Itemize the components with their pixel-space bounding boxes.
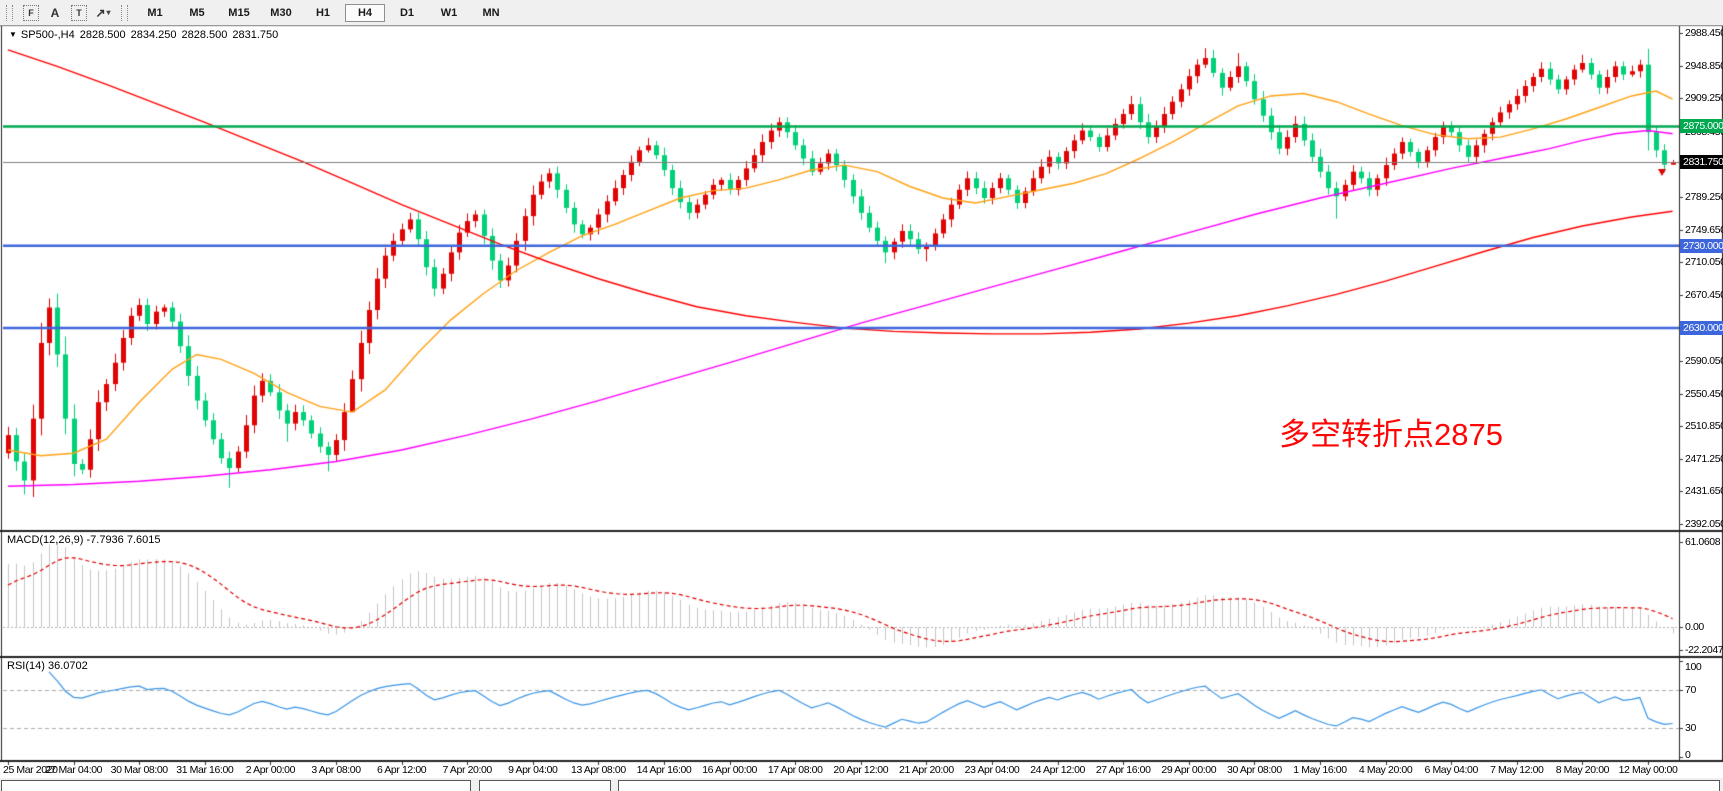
window-edge-box [479,780,611,791]
timeframe-h1-button[interactable]: H1 [303,4,343,22]
rsi-name: RSI(14) [7,660,45,672]
timeframe-m1-button[interactable]: M1 [135,4,175,22]
mt4-chart-window: F A T ↗▾ M1 M5 M15 M30 H1 H4 D1 W1 MN ▼ S… [0,0,1723,791]
price-chart-canvas[interactable] [0,0,1723,791]
toolbar: F A T ↗▾ M1 M5 M15 M30 H1 H4 D1 W1 MN [0,0,1723,26]
ohlc-close: 2831.750 [232,29,278,41]
arrows-glyph: ↗ [95,6,105,20]
timeframe-d1-button[interactable]: D1 [387,4,427,22]
timeframe-m15-button[interactable]: M15 [219,4,259,22]
macd-name: MACD(12,26,9) [7,534,83,546]
timeframe-mn-button[interactable]: MN [471,4,511,22]
macd-values: -7.7936 7.6015 [86,534,160,546]
timeframe-h4-button[interactable]: H4 [345,4,385,22]
chart-title: ▼ SP500-,H4 2828.500 2834.250 2828.500 2831.7… [9,29,278,41]
window-edge-box [1,780,471,791]
text-label-icon[interactable]: T [67,3,91,23]
ohlc-low: 2828.500 [182,29,228,41]
macd-indicator-label: MACD(12,26,9) -7.7936 7.6015 [7,534,161,546]
timeframe-m30-button[interactable]: M30 [261,4,301,22]
ohlc-high: 2834.250 [131,29,177,41]
toolbar-drag-handle[interactable] [6,5,13,21]
arrows-icon[interactable]: ↗▾ [91,3,115,23]
toolbar-drag-handle-2[interactable] [121,5,128,21]
text-icon[interactable]: A [43,3,67,23]
fibonacci-glyph: F [23,5,39,21]
text-label-glyph: T [71,5,87,21]
collapse-triangle-icon[interactable]: ▼ [9,30,17,39]
text-glyph: A [51,6,60,20]
bottom-window-strip [0,778,1723,791]
rsi-value: 36.0702 [48,660,88,672]
annotation-text: 多空转折点2875 [1279,409,1503,454]
symbol-period: SP500-,H4 [21,29,75,41]
ohlc-open: 2828.500 [80,29,126,41]
timeframe-w1-button[interactable]: W1 [429,4,469,22]
chevron-down-icon[interactable]: ▾ [107,8,111,17]
rsi-indicator-label: RSI(14) 36.0702 [7,660,88,672]
window-edge-box [618,780,1720,791]
timeframe-m5-button[interactable]: M5 [177,4,217,22]
fibonacci-icon[interactable]: F [19,3,43,23]
